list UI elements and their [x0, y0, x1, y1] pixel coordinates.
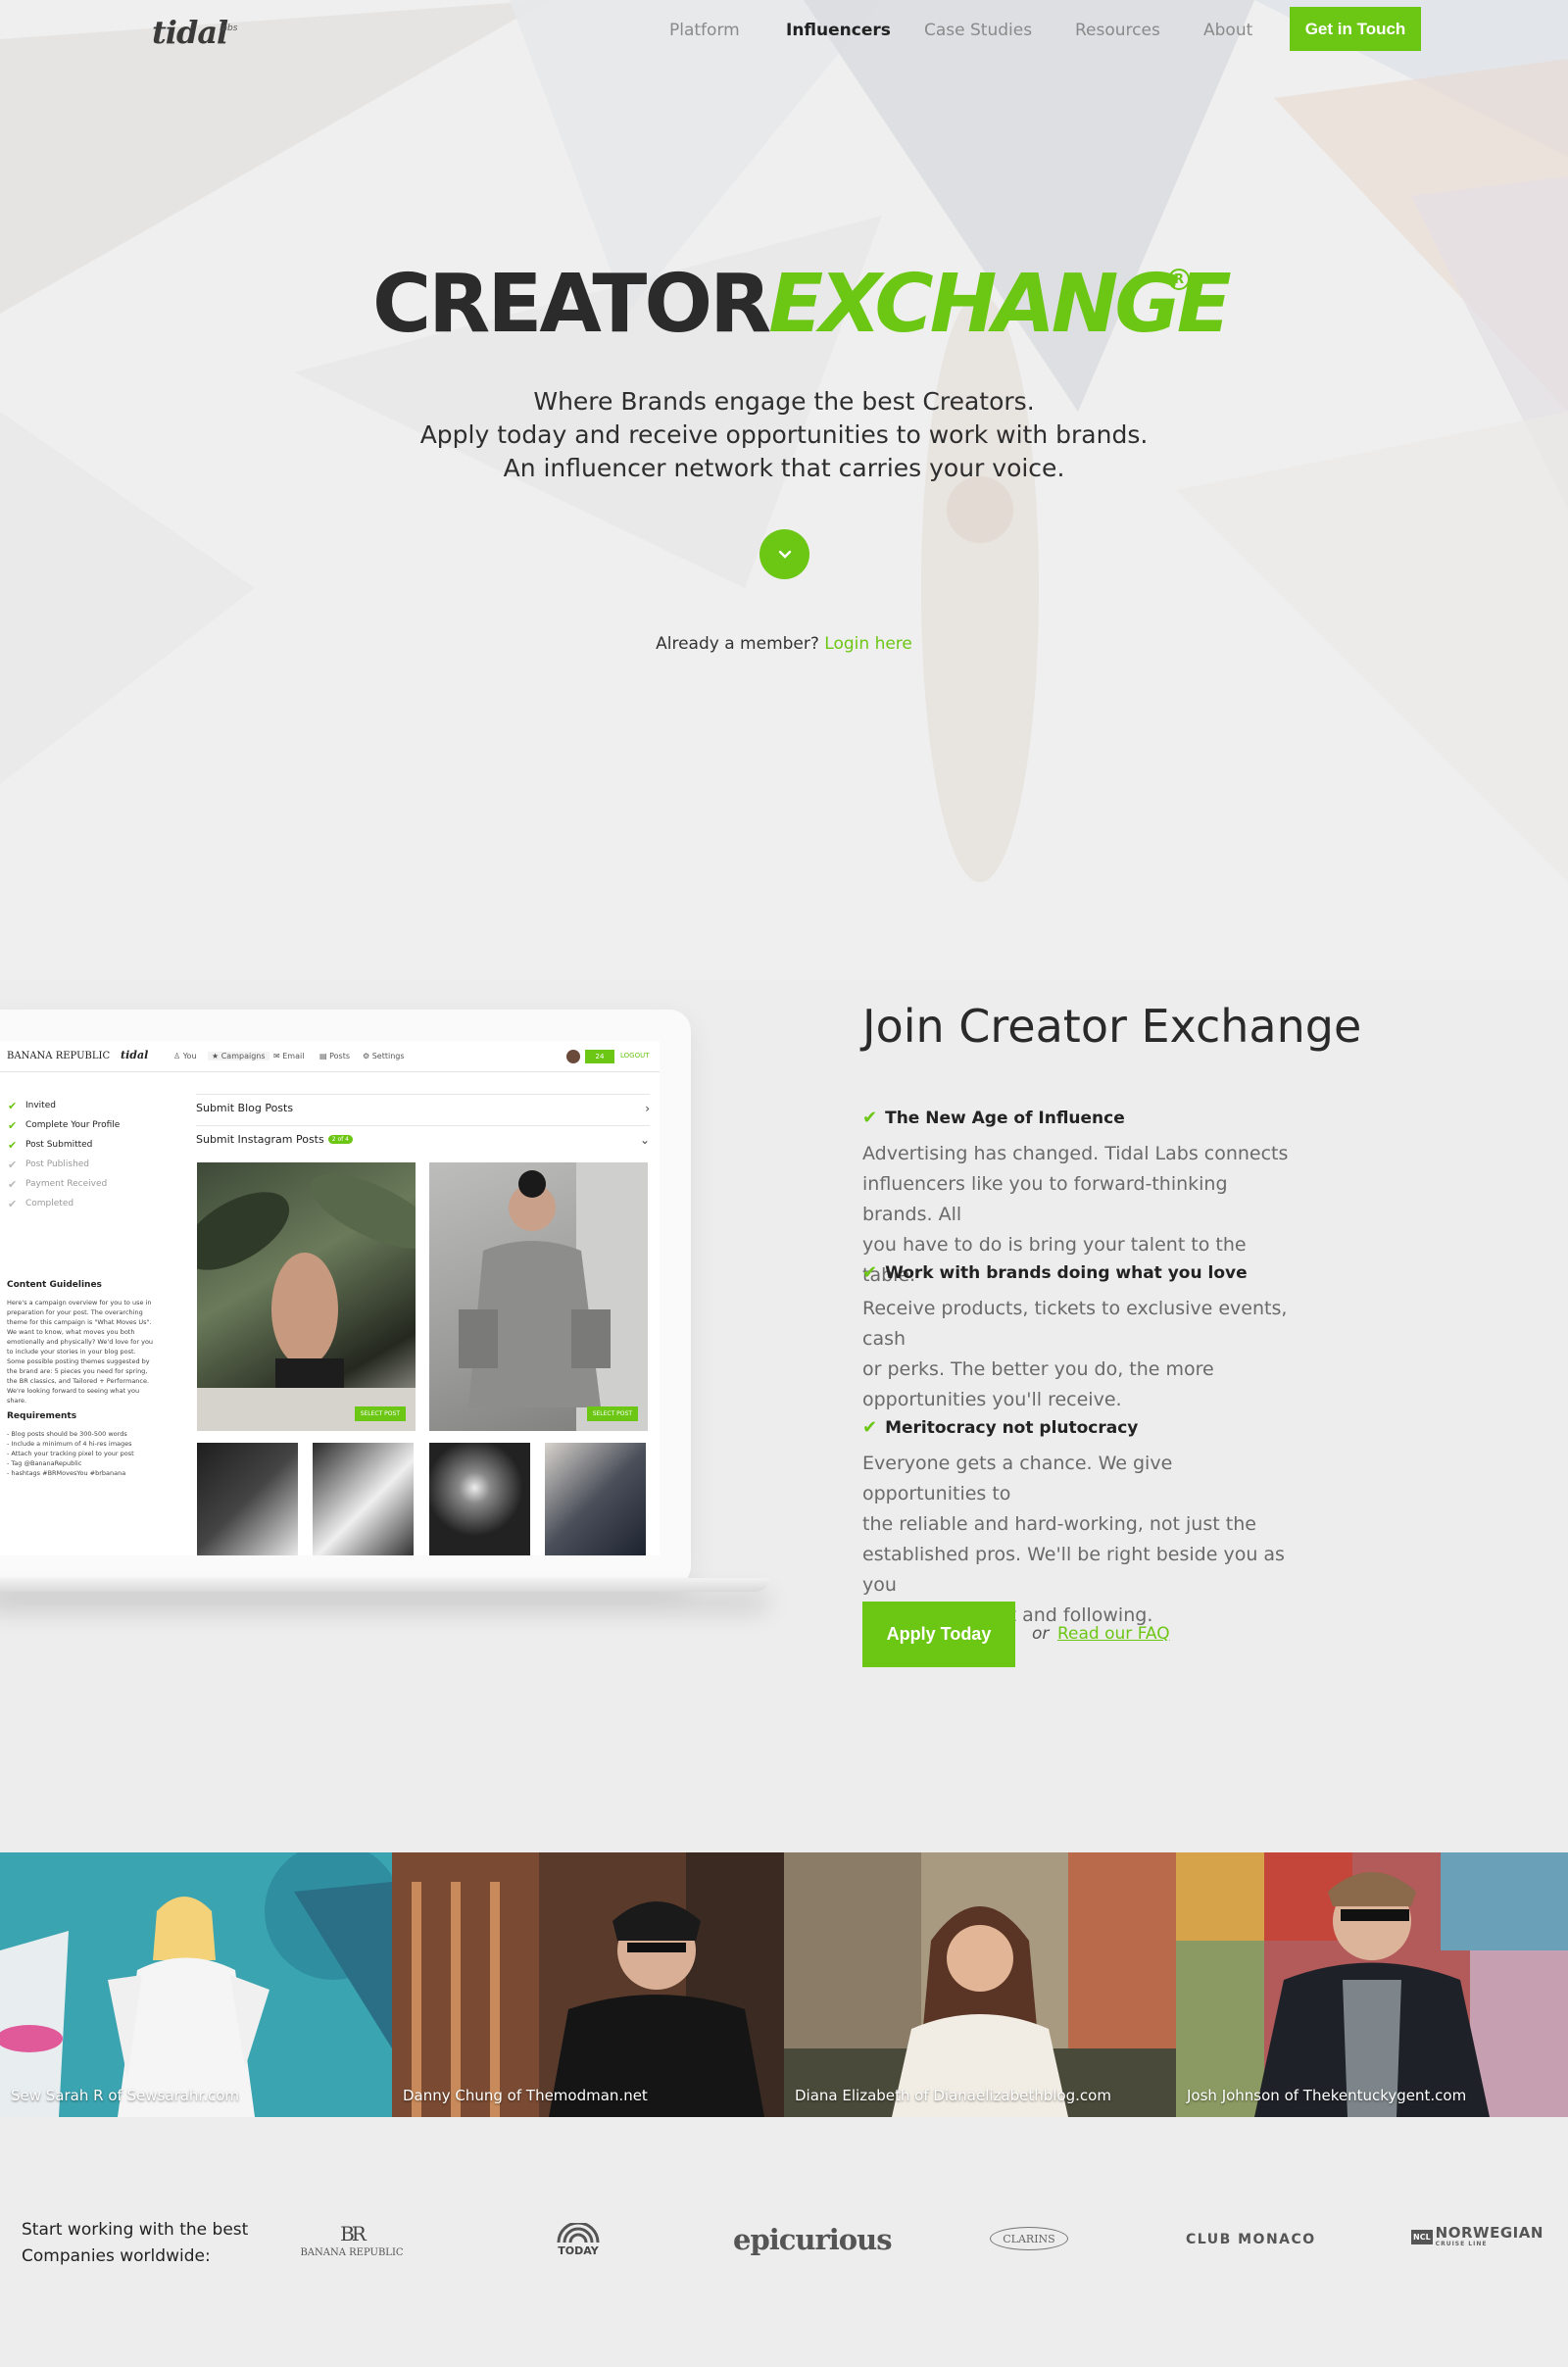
- br-monogram: BR: [340, 2222, 367, 2245]
- norwegian-logo: NCL NORWEGIAN CRUISE LINE: [1411, 2224, 1544, 2247]
- check-icon: ✔: [8, 1158, 18, 1171]
- influencer-card-4[interactable]: Josh Johnson of Thekentuckygent.com: [1176, 1852, 1568, 2117]
- creator-exchange-wordmark: CREATOREXCHANGE: [372, 265, 1232, 345]
- member-prompt: Already a member?: [656, 634, 819, 654]
- dashboard-tab-campaigns: ★ Campaigns: [208, 1052, 270, 1060]
- ncl-mark: NCL: [1411, 2229, 1433, 2244]
- check-icon: ✔: [8, 1138, 18, 1152]
- epicurious-logo: epicurious: [733, 2223, 893, 2256]
- member-login-line: Already a member? Login here: [0, 634, 1568, 654]
- check-icon: ✔: [862, 1108, 878, 1128]
- or-separator: or: [1032, 1624, 1050, 1644]
- dashboard-header: BANANA REPUBLIC tidal ♙ You ★ Campaigns …: [0, 1041, 660, 1072]
- influencer-caption: Diana Elizabeth of Dianaelizabethblog.co…: [795, 2087, 1111, 2104]
- influencer-caption: Sew Sarah R of Sewsarahr.com: [11, 2087, 240, 2104]
- instagram-photo-sweater: SELECT POST: [429, 1162, 648, 1431]
- dashboard-tab-you: ♙ You: [173, 1052, 197, 1060]
- step-item: ✔ Complete Your Profile: [8, 1118, 121, 1132]
- wordmark-exchange: EXCHANGE: [768, 258, 1232, 351]
- step-item: ✔ Post Published: [8, 1158, 90, 1171]
- requirements-title: Requirements: [7, 1411, 77, 1421]
- hero-section: tidal labs Platform Influencers Case Stu…: [0, 0, 1568, 980]
- chevron-down-icon: ⌄: [639, 1132, 650, 1147]
- check-icon: ✔: [862, 1417, 878, 1438]
- influencer-caption: Danny Chung of Themodman.net: [403, 2087, 648, 2104]
- check-icon: ✔: [8, 1118, 18, 1132]
- chevron-right-icon: ›: [645, 1101, 650, 1115]
- dashboard-tab-settings: ⚙ Settings: [363, 1052, 405, 1060]
- registered-mark: R: [1168, 269, 1190, 290]
- nav-link-resources[interactable]: Resources: [1075, 21, 1160, 40]
- step-item: ✔ Completed: [8, 1197, 74, 1210]
- hero-tagline-1: Where Brands engage the best Creators.: [533, 387, 1035, 416]
- wordmark-creator: CREATOR: [372, 258, 771, 351]
- step-item: ✔ Post Submitted: [8, 1138, 93, 1152]
- dashboard-screenshot: BANANA REPUBLIC tidal ♙ You ★ Campaigns …: [0, 1041, 660, 1555]
- dashboard-points-pill: 24: [585, 1050, 614, 1063]
- influencer-card-3[interactable]: Diana Elizabeth of Dianaelizabethblog.co…: [784, 1852, 1176, 2117]
- hero-background: [0, 0, 1568, 980]
- get-in-touch-button[interactable]: Get in Touch: [1290, 7, 1421, 51]
- instagram-thumb-4: [545, 1443, 646, 1555]
- apply-today-button[interactable]: Apply Today: [862, 1602, 1015, 1667]
- guidelines-text: Here's a campaign overview for you to us…: [7, 1299, 154, 1405]
- nav-link-about[interactable]: About: [1203, 21, 1252, 40]
- influencer-card-2[interactable]: Danny Chung of Themodman.net: [392, 1852, 784, 2117]
- banana-republic-logo: BR BANANA REPUBLIC: [297, 2222, 407, 2258]
- hero-tagline-2: Apply today and receive opportunities to…: [419, 420, 1149, 449]
- chevron-down-icon: [778, 550, 791, 559]
- nav-link-platform[interactable]: Platform: [669, 21, 740, 40]
- instagram-count-badge: 2 of 4: [327, 1135, 353, 1144]
- partners-intro: Start working with the best Companies wo…: [22, 2220, 249, 2266]
- nav-link-case-studies[interactable]: Case Studies: [924, 21, 1032, 40]
- submit-instagram-posts-row: Submit Instagram Posts 2 of 4 ⌄: [196, 1125, 650, 1153]
- instagram-thumb-2: [313, 1443, 414, 1555]
- dashboard-tab-posts: ▤ Posts: [319, 1052, 351, 1060]
- feature-heading-2: ✔ Work with brands doing what you love: [862, 1262, 1248, 1283]
- influencer-card-1[interactable]: Sew Sarah R of Sewsarahr.com: [0, 1852, 392, 2117]
- club-monaco-logo: CLUB MONACO: [1186, 2232, 1316, 2247]
- check-icon: ✔: [862, 1262, 878, 1283]
- step-item: ✔ Payment Received: [8, 1177, 108, 1191]
- requirements-list: - Blog posts should be 300-500 words - I…: [7, 1430, 134, 1477]
- dashboard-tidal-logo: tidal: [121, 1049, 149, 1061]
- instagram-thumb-3: [429, 1443, 530, 1555]
- hero-tagline-3: An influencer network that carries your …: [503, 454, 1065, 482]
- check-icon: ✔: [8, 1099, 18, 1112]
- clarins-logo: CLARINS: [990, 2227, 1068, 2250]
- logo-labs-mark: labs: [220, 24, 238, 33]
- select-post-button: SELECT POST: [586, 1406, 638, 1421]
- dashboard-brand: BANANA REPUBLIC: [7, 1051, 111, 1061]
- check-icon: ✔: [8, 1177, 18, 1191]
- scroll-down-button[interactable]: [760, 529, 809, 579]
- check-icon: ✔: [8, 1197, 18, 1210]
- campaign-steps: ✔ Invited ✔ Complete Your Profile ✔ Post Su…: [8, 1096, 120, 1213]
- tidal-logo[interactable]: tidal: [152, 14, 228, 51]
- today-logo: TODAY: [551, 2221, 606, 2257]
- feature-heading-3: ✔ Meritocracy not plutocracy: [862, 1417, 1139, 1438]
- instagram-photo-tropical: SELECT POST: [197, 1162, 416, 1431]
- login-link[interactable]: Login here: [824, 634, 912, 654]
- nav-link-influencers[interactable]: Influencers: [786, 21, 891, 40]
- select-post-button: SELECT POST: [354, 1406, 406, 1421]
- submit-blog-posts-row: Submit Blog Posts ›: [196, 1094, 650, 1121]
- today-rainbow-icon: [557, 2221, 600, 2244]
- laptop-base: [0, 1578, 769, 1592]
- dashboard-avatar: [566, 1050, 580, 1063]
- dashboard-logout: LOGOUT: [620, 1052, 650, 1060]
- dashboard-tab-email: ✉ Email: [273, 1052, 305, 1060]
- influencer-caption: Josh Johnson of Thekentuckygent.com: [1187, 2087, 1467, 2104]
- feature-heading-1: ✔ The New Age of Influence: [862, 1108, 1125, 1128]
- faq-link[interactable]: Read our FAQ: [1057, 1624, 1170, 1644]
- guidelines-title: Content Guidelines: [7, 1280, 102, 1290]
- top-nav: tidal labs Platform Influencers Case Stu…: [0, 0, 1568, 63]
- step-item: ✔ Invited: [8, 1099, 56, 1112]
- join-title: Join Creator Exchange: [862, 1000, 1362, 1053]
- feature-text-2: Receive products, tickets to exclusive e…: [862, 1298, 1288, 1410]
- instagram-thumb-1: [197, 1443, 298, 1555]
